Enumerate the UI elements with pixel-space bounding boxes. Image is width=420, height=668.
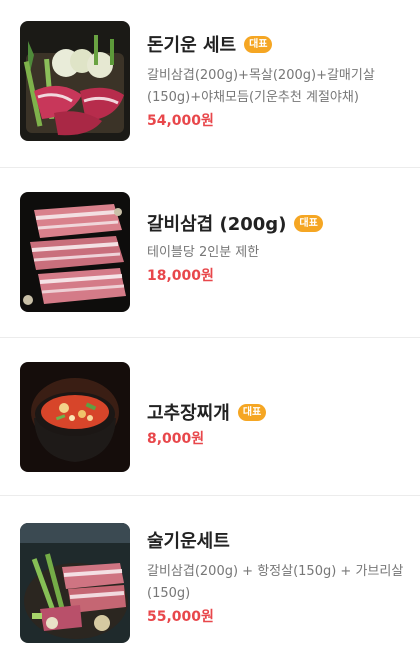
menu-item-name-row: 술기운세트	[147, 527, 404, 553]
menu-item-info: 술기운세트 갈비삼겹(200g) + 항정살(150g) + 가브리살(150g…	[147, 527, 404, 627]
menu-item-info: 갈비삼겹 (200g) 대표 테이블당 2인분 제한 18,000원	[147, 210, 404, 286]
menu-item-description: 테이블당 2인분 제한	[147, 245, 260, 260]
menu-item-name: 돈기운 세트	[147, 35, 237, 56]
menu-item-photo	[20, 21, 130, 141]
menu-item-name: 술기운세트	[147, 531, 230, 552]
menu-item-photo	[20, 192, 130, 312]
menu-item-name-row: 고추장찌개 대표	[147, 399, 404, 425]
menu-item-photo	[20, 523, 130, 643]
menu-item-price: 55,000원	[147, 609, 214, 625]
signature-badge: 대표	[244, 35, 273, 53]
menu-list: 돈기운 세트 대표 갈비삼겹(200g)+목살(200g)+갈매기살(150g)…	[0, 0, 420, 668]
menu-item-description: 갈비삼겹(200g)+목살(200g)+갈매기살(150g)+야채모듬(기운추천…	[147, 68, 375, 105]
menu-item-galbi-samgyeop[interactable]: 갈비삼겹 (200g) 대표 테이블당 2인분 제한 18,000원	[0, 168, 420, 338]
menu-item-doengiun-set[interactable]: 돈기운 세트 대표 갈비삼겹(200g)+목살(200g)+갈매기살(150g)…	[0, 0, 420, 168]
menu-item-price: 18,000원	[147, 268, 214, 284]
menu-item-name-row: 갈비삼겹 (200g) 대표	[147, 210, 404, 236]
menu-item-description: 갈비삼겹(200g) + 항정살(150g) + 가브리살(150g)	[147, 564, 404, 601]
menu-item-price: 8,000원	[147, 431, 205, 447]
menu-item-sulgiun-set[interactable]: 술기운세트 갈비삼겹(200g) + 항정살(150g) + 가브리살(150g…	[0, 496, 420, 668]
menu-item-info: 돈기운 세트 대표 갈비삼겹(200g)+목살(200g)+갈매기살(150g)…	[147, 31, 404, 131]
menu-item-name-row: 돈기운 세트 대표	[147, 31, 404, 57]
menu-item-name: 고추장찌개	[147, 403, 230, 424]
menu-item-gochujang-jjigae[interactable]: 고추장찌개 대표 8,000원	[0, 338, 420, 496]
menu-item-name: 갈비삼겹 (200g)	[147, 214, 287, 235]
menu-item-info: 고추장찌개 대표 8,000원	[147, 399, 404, 449]
signature-badge: 대표	[294, 214, 323, 232]
menu-item-price: 54,000원	[147, 113, 214, 129]
menu-item-photo	[20, 362, 130, 472]
signature-badge: 대표	[237, 403, 267, 421]
